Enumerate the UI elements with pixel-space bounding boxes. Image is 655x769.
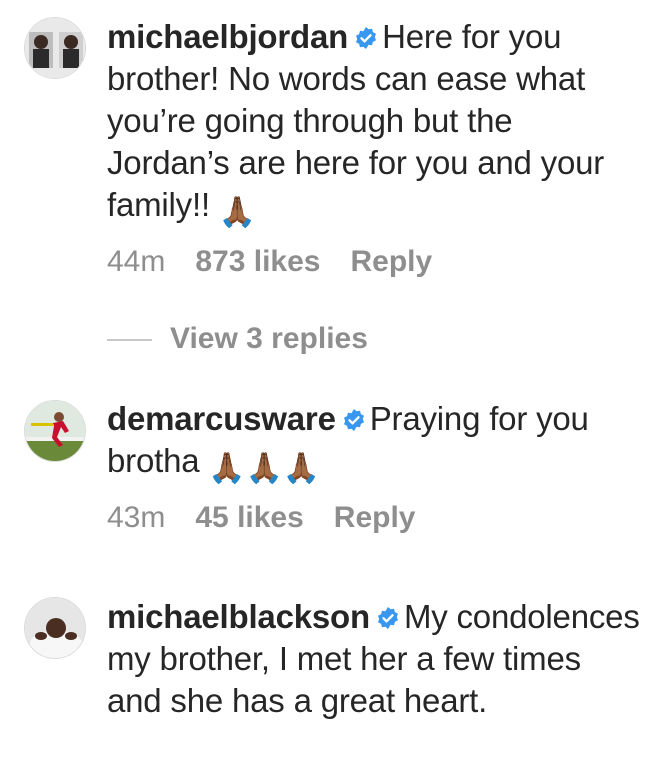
likes-count[interactable]: 873 likes bbox=[195, 245, 320, 278]
pray-emoji: 🙏🏾🙏🏾🙏🏾 bbox=[208, 452, 320, 485]
verified-badge-icon bbox=[343, 409, 364, 431]
comments-list: michaelbjordan Here for you brother! No w… bbox=[0, 0, 655, 769]
view-replies-label: View 3 replies bbox=[170, 322, 368, 355]
replies-divider bbox=[107, 339, 152, 342]
username[interactable]: michaelbjordan bbox=[107, 18, 348, 55]
avatar[interactable] bbox=[24, 597, 86, 659]
timestamp: 43m bbox=[107, 501, 166, 534]
comment-meta: 43m 45 likes Reply bbox=[107, 501, 446, 535]
comment-body: michaelblackson My condolences my brother… bbox=[107, 596, 642, 722]
username[interactable]: demarcusware bbox=[107, 400, 336, 437]
view-replies-button[interactable]: View 3 replies bbox=[107, 322, 368, 356]
comment-body: demarcusware Praying for you brotha 🙏🏾🙏🏾🙏… bbox=[107, 398, 642, 490]
timestamp: 44m bbox=[107, 245, 166, 278]
comment-meta: 44m 873 likes Reply bbox=[107, 245, 462, 279]
comment-body: michaelbjordan Here for you brother! No w… bbox=[107, 16, 642, 234]
reply-button[interactable]: Reply bbox=[334, 501, 416, 534]
avatar[interactable] bbox=[24, 17, 86, 79]
username[interactable]: michaelblackson bbox=[107, 598, 370, 635]
verified-badge-icon bbox=[377, 607, 398, 629]
reply-button[interactable]: Reply bbox=[350, 245, 432, 278]
likes-count[interactable]: 45 likes bbox=[195, 501, 303, 534]
verified-badge-icon bbox=[356, 27, 377, 49]
pray-emoji: 🙏🏾 bbox=[218, 196, 257, 229]
avatar[interactable] bbox=[24, 400, 86, 462]
